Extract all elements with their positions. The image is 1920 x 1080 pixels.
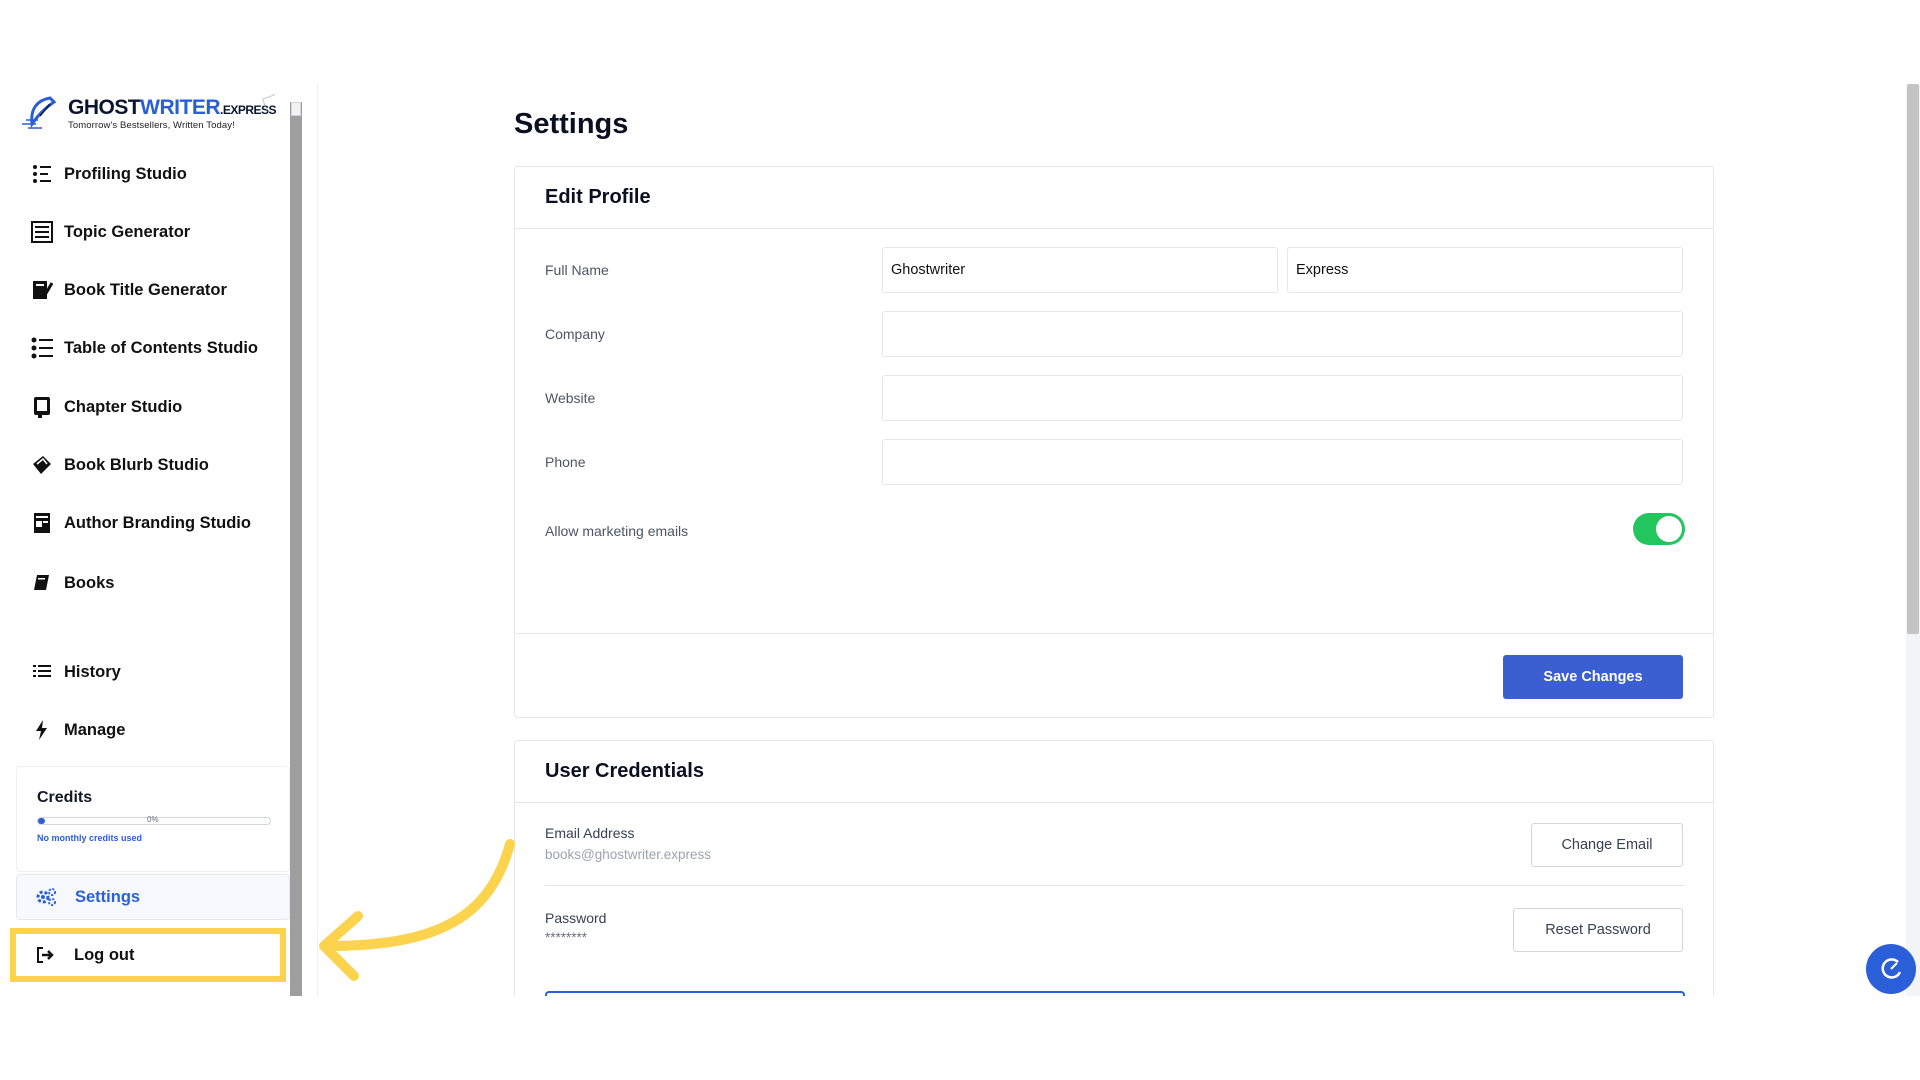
blurb-icon [30, 453, 54, 477]
page-title: Settings [514, 108, 629, 140]
sidebar-item-logout[interactable]: Log out [10, 928, 286, 982]
sidebar-item-label: Author Branding Studio [64, 513, 251, 532]
marketing-emails-label: Allow marketing emails [545, 523, 689, 539]
profiling-icon [30, 162, 54, 186]
password-label: Password [545, 910, 607, 926]
brand-name: GHOSTWRITER.EXPRESS [68, 96, 277, 120]
user-credentials-title: User Credentials [515, 741, 1713, 803]
change-email-button[interactable]: Change Email [1531, 823, 1683, 867]
brand-logo[interactable]: GHOSTWRITER.EXPRESS Tomorrow's Bestselle… [20, 94, 277, 134]
edit-profile-title: Edit Profile [515, 167, 1713, 229]
edit-profile-card: Edit Profile Full Name Ghostwriter Expre… [514, 166, 1714, 718]
sidebar-item-label: Table of Contents Studio [64, 338, 259, 357]
card-divider [515, 633, 1713, 634]
sidebar-item-book-blurb-studio[interactable]: Book Blurb Studio [30, 447, 209, 483]
sidebar-item-manage[interactable]: Manage [30, 712, 125, 748]
credits-title: Credits [37, 789, 93, 806]
website-label: Website [545, 390, 596, 406]
phone-label: Phone [545, 454, 586, 470]
books-icon [30, 571, 54, 595]
email-address-value: books@ghostwriter.express [545, 847, 712, 862]
sidebar-item-label: Book Blurb Studio [64, 455, 209, 474]
last-name-value: Express [1296, 262, 1349, 278]
marketing-emails-toggle[interactable] [1633, 513, 1685, 545]
toc-icon [30, 336, 54, 360]
last-name-input[interactable]: Express [1287, 247, 1683, 293]
logout-icon [37, 947, 54, 963]
bolt-icon [30, 718, 54, 742]
sidebar-item-label: Books [64, 573, 115, 592]
sidebar-item-table-of-contents-studio[interactable]: Table of Contents Studio [30, 330, 258, 366]
company-input[interactable] [882, 311, 1683, 357]
first-name-input[interactable]: Ghostwriter [882, 247, 1278, 293]
gears-icon [36, 888, 56, 906]
page-scrollbar-thumb[interactable] [1907, 84, 1919, 634]
screen: GHOSTWRITER.EXPRESS Tomorrow's Bestselle… [0, 0, 1920, 1080]
sidebar-scroll-up-button[interactable] [291, 102, 301, 116]
user-credentials-card: User Credentials Email Address books@gho… [514, 740, 1714, 996]
credits-progress-fill [38, 818, 45, 824]
branding-icon [30, 511, 54, 535]
full-name-label: Full Name [545, 262, 609, 278]
sidebar-item-chapter-studio[interactable]: Chapter Studio [30, 389, 182, 425]
toggle-knob [1656, 516, 1682, 542]
save-changes-button[interactable]: Save Changes [1503, 655, 1683, 699]
sidebar-item-profiling-studio[interactable]: Profiling Studio [30, 156, 187, 192]
sidebar-item-author-branding-studio[interactable]: Author Branding Studio [30, 505, 251, 541]
sidebar-item-label: History [64, 662, 121, 681]
credits-note: No monthly credits used [37, 833, 143, 843]
credits-percent: 0% [147, 815, 159, 824]
list-icon [30, 660, 54, 684]
password-value: ******** [545, 930, 588, 945]
chat-swirl-icon [1881, 958, 1902, 979]
chapter-icon [30, 395, 54, 419]
support-chat-button[interactable] [1866, 944, 1916, 994]
sidebar-item-topic-generator[interactable]: Topic Generator [30, 214, 190, 250]
sidebar-item-label: Profiling Studio [64, 164, 187, 183]
company-label: Company [545, 326, 605, 342]
sidebar: GHOSTWRITER.EXPRESS Tomorrow's Bestselle… [0, 84, 318, 996]
website-input[interactable] [882, 375, 1683, 421]
email-address-label: Email Address [545, 825, 635, 841]
annotation-arrow-icon [319, 839, 515, 981]
sidebar-item-label: Chapter Studio [64, 397, 183, 416]
brand-name-part2: WRITER [140, 96, 220, 119]
quill-logo-icon [22, 96, 57, 129]
sidebar-item-label: Log out [74, 945, 135, 964]
first-name-value: Ghostwriter [891, 262, 966, 278]
next-section-edge [545, 991, 1685, 996]
sidebar-item-history[interactable]: History [30, 654, 121, 690]
book-title-icon [30, 278, 54, 302]
topic-icon [30, 220, 54, 244]
sidebar-item-books[interactable]: Books [30, 565, 114, 601]
sidebar-item-settings[interactable]: Settings [16, 874, 290, 920]
sidebar-item-label: Settings [75, 887, 141, 906]
sidebar-item-label: Manage [64, 720, 126, 739]
credentials-divider [545, 885, 1685, 886]
sidebar-scrollbar[interactable] [290, 102, 302, 996]
sidebar-item-label: Topic Generator [64, 222, 191, 241]
app-viewport: GHOSTWRITER.EXPRESS Tomorrow's Bestselle… [0, 84, 1920, 996]
brand-name-part1: GHOST [68, 96, 141, 119]
phone-input[interactable] [882, 439, 1683, 485]
sidebar-item-label: Book Title Generator [64, 280, 227, 299]
reset-password-button[interactable]: Reset Password [1513, 908, 1683, 952]
sidebar-item-book-title-generator[interactable]: Book Title Generator [30, 272, 227, 308]
brand-tagline: Tomorrow's Bestsellers, Written Today! [68, 120, 235, 131]
credits-card: Credits 0% No monthly credits used [16, 766, 290, 872]
